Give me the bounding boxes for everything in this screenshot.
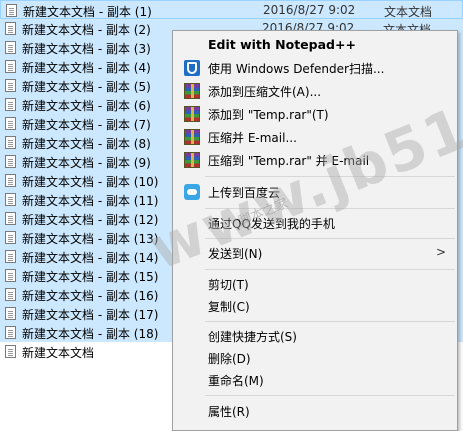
file-name: 新建文本文档 - 副本 (15)	[22, 270, 159, 284]
text-file-icon	[5, 136, 16, 149]
text-file-icon	[5, 98, 16, 111]
file-name: 新建文本文档 - 副本 (7)	[22, 118, 151, 132]
file-name: 新建文本文档 - 副本 (1)	[23, 5, 152, 19]
text-file-icon	[5, 288, 16, 301]
text-file-icon	[5, 231, 16, 244]
menu-item-upload-baidu-cloud[interactable]: 上传到百度云	[174, 181, 456, 203]
file-name: 新建文本文档 - 副本 (14)	[22, 251, 159, 265]
text-file-icon	[5, 345, 16, 358]
text-file-icon	[5, 41, 16, 54]
file-name: 新建文本文档 - 副本 (6)	[22, 99, 151, 113]
menu-item-add-to-archive[interactable]: 添加到压缩文件(A)...	[174, 80, 456, 102]
file-row[interactable]: 新建文本文档 - 副本 (1) 2016/8/27 9:02 文本文档	[0, 0, 463, 19]
file-date: 2016/8/27 9:02	[263, 3, 356, 17]
menu-item-label: 复制(C)	[208, 300, 250, 314]
file-name: 新建文本文档 - 副本 (5)	[22, 80, 151, 94]
menu-item-label: Edit with Notepad++	[208, 37, 356, 52]
text-file-icon	[5, 79, 16, 92]
winrar-icon	[184, 129, 200, 145]
menu-separator	[205, 395, 455, 396]
file-name: 新建文本文档 - 副本 (2)	[22, 23, 151, 37]
chevron-right-icon: >	[435, 245, 446, 259]
menu-item-label: 删除(D)	[208, 352, 251, 366]
menu-item-label: 压缩并 E-mail...	[208, 131, 297, 145]
menu-item-label: 使用 Windows Defender扫描...	[208, 62, 385, 76]
menu-item-compress-temp-rar-and-email[interactable]: 压缩到 "Temp.rar" 并 E-mail	[174, 149, 456, 171]
file-name: 新建文本文档 - 副本 (18)	[22, 327, 159, 341]
text-file-icon	[6, 4, 17, 17]
menu-separator	[205, 208, 455, 209]
menu-item-label: 重命名(M)	[208, 374, 264, 388]
text-file-icon	[5, 212, 16, 225]
menu-item-create-shortcut[interactable]: 创建快捷方式(S)	[174, 325, 456, 347]
text-file-icon	[5, 22, 16, 35]
winrar-icon	[184, 83, 200, 99]
windows-defender-icon	[184, 60, 200, 76]
menu-item-rename[interactable]: 重命名(M)	[174, 369, 456, 391]
file-name: 新建文本文档 - 副本 (3)	[22, 42, 151, 56]
menu-item-cut[interactable]: 剪切(T)	[174, 273, 456, 295]
winrar-icon	[184, 106, 200, 122]
menu-item-add-to-temp-rar[interactable]: 添加到 "Temp.rar"(T)	[174, 103, 456, 125]
file-name: 新建文本文档 - 副本 (13)	[22, 232, 159, 246]
menu-item-label: 属性(R)	[208, 405, 250, 419]
menu-item-label: 压缩到 "Temp.rar" 并 E-mail	[208, 154, 370, 168]
menu-separator	[205, 321, 455, 322]
text-file-icon	[5, 326, 16, 339]
file-name: 新建文本文档 - 副本 (12)	[22, 213, 159, 227]
text-file-icon	[5, 174, 16, 187]
file-name: 新建文本文档 - 副本 (8)	[22, 137, 151, 151]
menu-item-label: 添加到 "Temp.rar"(T)	[208, 108, 329, 122]
menu-item-label: 添加到压缩文件(A)...	[208, 85, 322, 99]
menu-separator	[205, 176, 455, 177]
menu-item-copy[interactable]: 复制(C)	[174, 295, 456, 317]
menu-item-delete[interactable]: 删除(D)	[174, 347, 456, 369]
text-file-icon	[5, 269, 16, 282]
menu-item-label: 发送到(N)	[208, 247, 263, 261]
menu-item-windows-defender-scan[interactable]: 使用 Windows Defender扫描...	[174, 57, 456, 79]
file-name: 新建文本文档 - 副本 (10)	[22, 175, 159, 189]
text-file-icon	[5, 193, 16, 206]
menu-item-send-to[interactable]: 发送到(N) >	[174, 242, 456, 264]
menu-item-edit-with-notepad[interactable]: Edit with Notepad++	[174, 34, 456, 56]
menu-item-send-via-qq[interactable]: 通过QQ发送到我的手机	[174, 212, 456, 234]
file-name: 新建文本文档 - 副本 (17)	[22, 308, 159, 322]
file-type: 文本文档	[384, 5, 433, 19]
file-name: 新建文本文档 - 副本 (9)	[22, 156, 151, 170]
menu-item-label: 上传到百度云	[208, 186, 281, 200]
file-name: 新建文本文档 - 副本 (4)	[22, 61, 151, 75]
file-name: 新建文本文档 - 副本 (16)	[22, 289, 159, 303]
menu-item-compress-and-email[interactable]: 压缩并 E-mail...	[174, 126, 456, 148]
text-file-icon	[5, 117, 16, 130]
menu-item-label: 通过QQ发送到我的手机	[208, 217, 335, 231]
menu-item-properties[interactable]: 属性(R)	[174, 400, 456, 422]
text-file-icon	[5, 60, 16, 73]
menu-item-label: 创建快捷方式(S)	[208, 330, 297, 344]
text-file-icon	[5, 155, 16, 168]
context-menu: Edit with Notepad++ 使用 Windows Defender扫…	[172, 30, 458, 431]
menu-item-label: 剪切(T)	[208, 278, 249, 292]
baidu-cloud-icon	[184, 184, 200, 200]
winrar-icon	[184, 152, 200, 168]
file-name: 新建文本文档 - 副本 (11)	[22, 194, 159, 208]
file-name: 新建文本文档	[22, 346, 95, 360]
menu-separator	[205, 238, 455, 239]
text-file-icon	[5, 250, 16, 263]
menu-separator	[205, 269, 455, 270]
notepad-plus-icon	[184, 37, 200, 53]
text-file-icon	[5, 307, 16, 320]
